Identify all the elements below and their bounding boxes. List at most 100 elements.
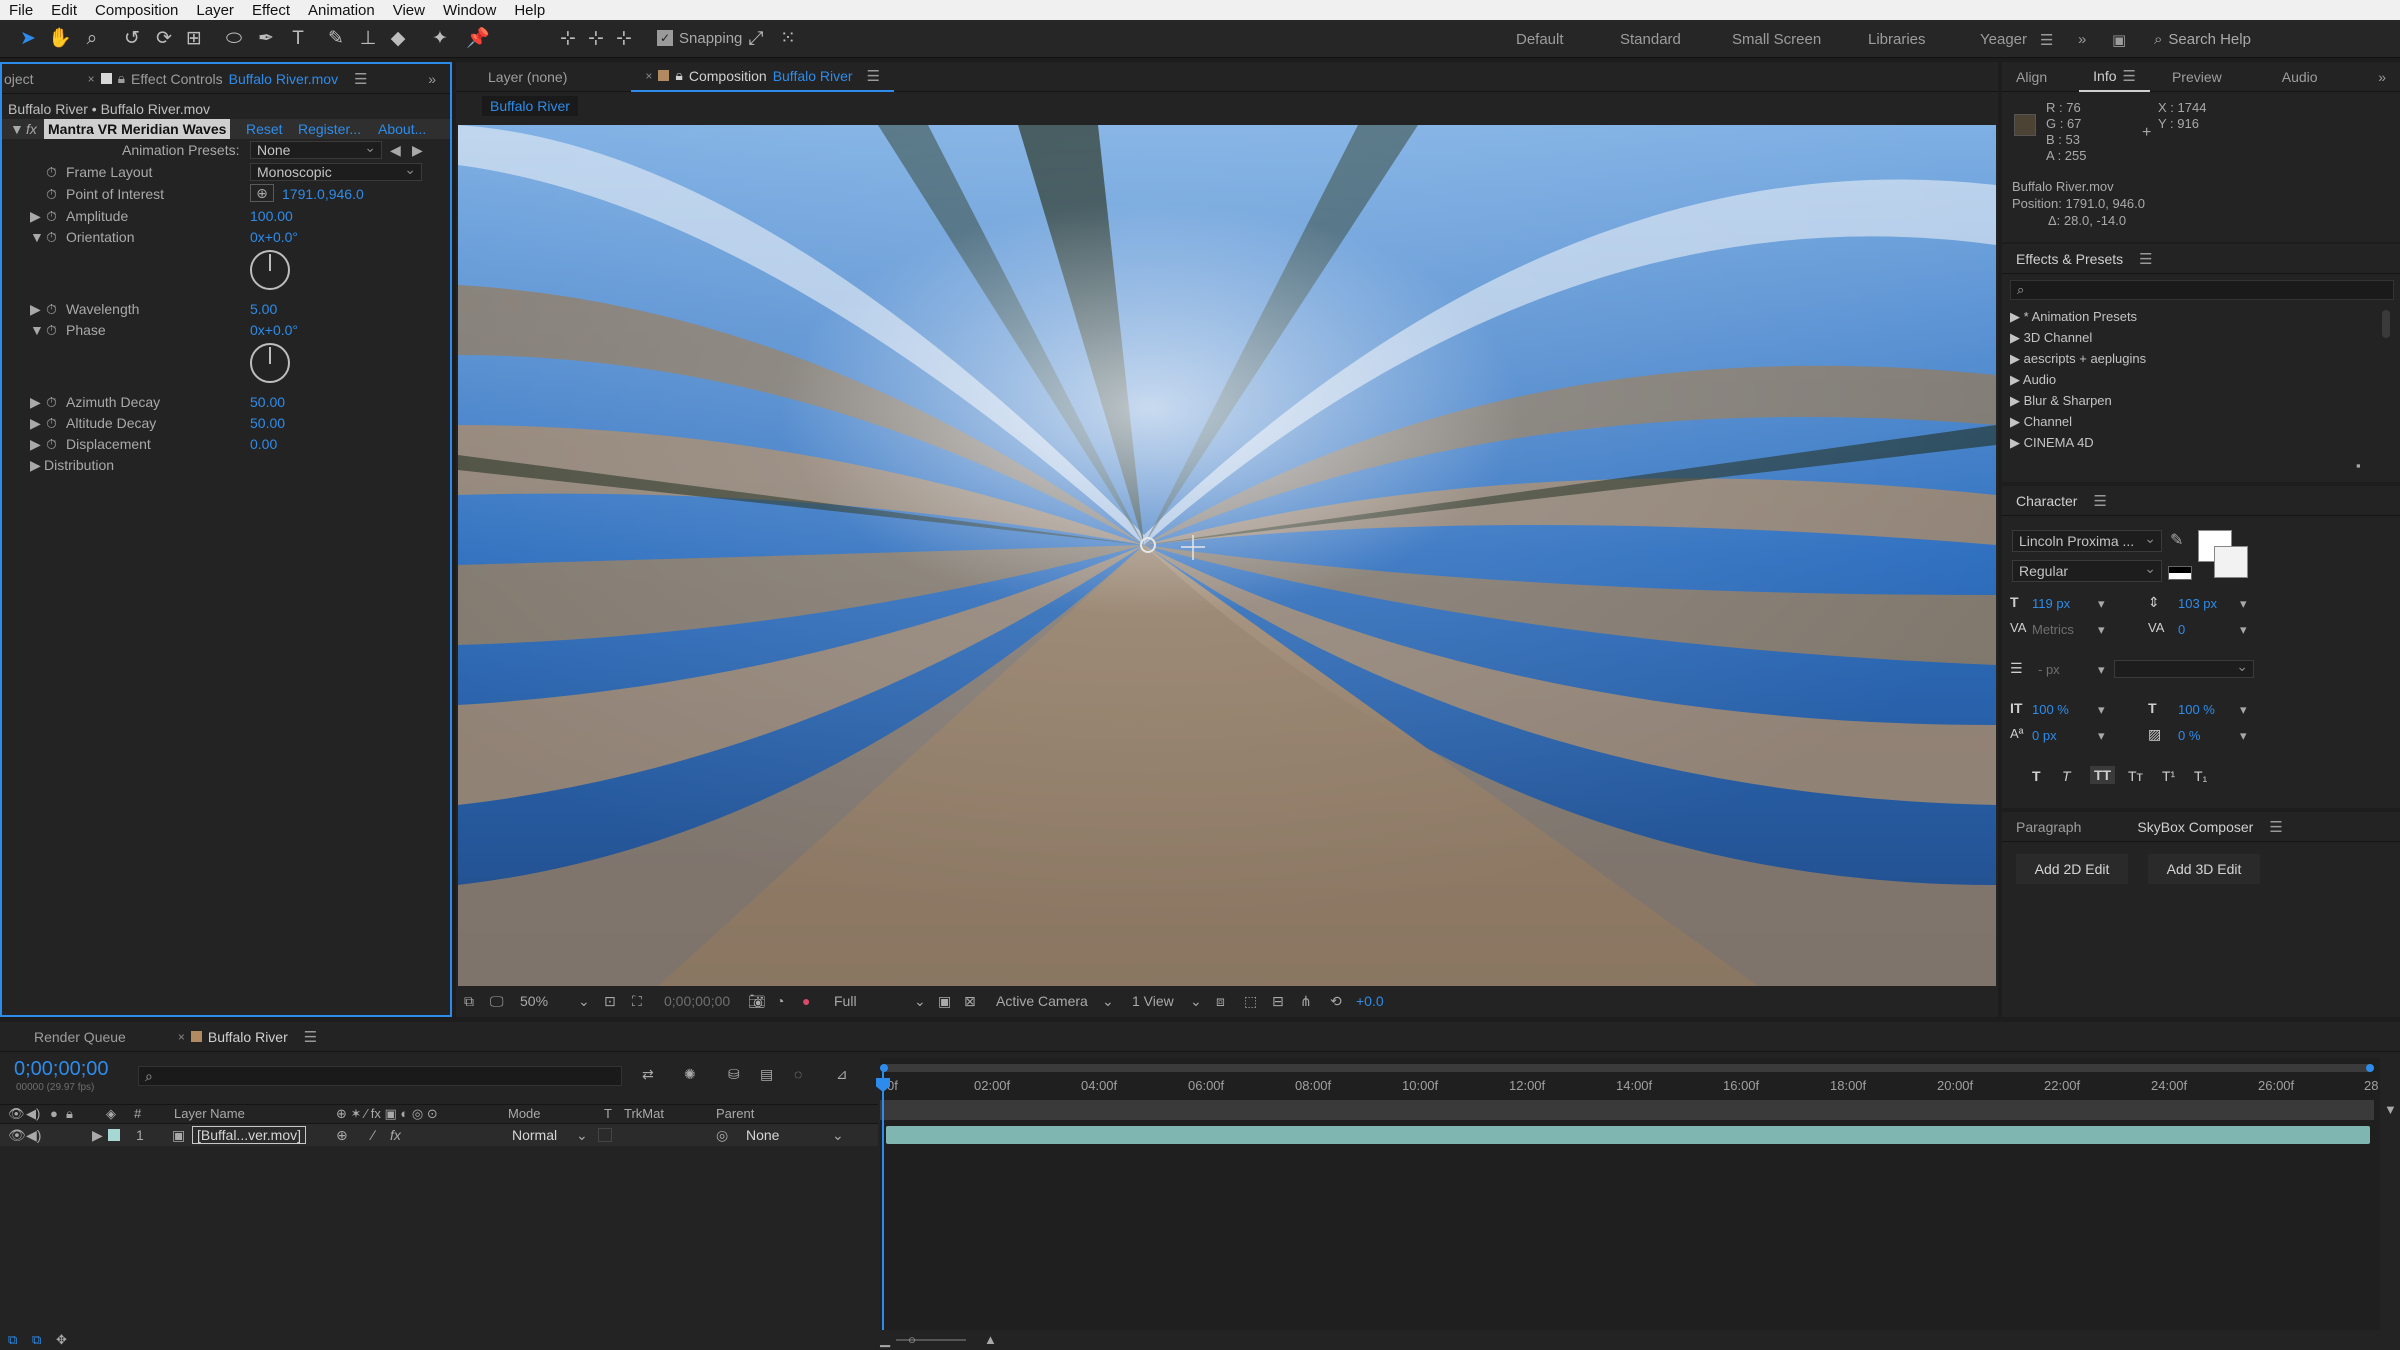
parent-dropdown[interactable]: None [746,1124,779,1146]
panel-menu-icon[interactable]: ☰ [2093,492,2106,510]
clone-stamp-icon[interactable]: ⊥ [356,27,380,51]
timeline-icon[interactable]: ⊟ [1272,987,1284,1015]
layer-switches-toggle-icon[interactable]: ⧉ [8,1330,17,1350]
layer-duration-bar[interactable] [886,1126,2370,1144]
leading-value[interactable]: 103 px [2178,596,2217,611]
panel-menu-icon[interactable]: ☰ [304,1028,317,1046]
reset-link[interactable]: Reset [246,119,283,139]
workspace-libraries[interactable]: Libraries [1868,31,1926,48]
lock-icon[interactable]: 🔒︎ [675,67,682,84]
expand-triangle-icon[interactable]: ▼ [30,227,44,247]
column-layer-name[interactable]: Layer Name [174,1105,245,1123]
menu-animation[interactable]: Animation [299,2,384,19]
panel-menu-icon[interactable]: ☰ [2123,67,2136,85]
tab-align[interactable]: Align [2002,62,2061,92]
flowchart-icon[interactable]: ⋔ [1300,987,1312,1015]
selection-tool-icon[interactable]: ➤ [16,27,40,51]
stopwatch-icon[interactable]: ⏱ [46,392,57,412]
stopwatch-icon[interactable]: ⏱ [46,184,57,204]
comp-duration-bar[interactable] [880,1100,2374,1120]
layer-name[interactable]: [Buffal...ver.mov] [192,1126,307,1144]
workspace-small-screen[interactable]: Small Screen [1732,31,1821,48]
eraser-tool-icon[interactable]: ◆ [386,27,410,51]
composition-canvas[interactable] [458,125,1996,986]
kerning-value[interactable]: Metrics [2032,622,2074,637]
baseline-shift-value[interactable]: 0 px [2032,728,2057,743]
param-value-point-of-interest[interactable]: 1791.0,946.0 [282,184,364,204]
effect-header-row[interactable]: ▼ fx Mantra VR Meridian Waves Reset Regi… [2,119,450,139]
about-link[interactable]: About... [378,119,426,139]
expand-triangle-icon[interactable]: ▶ [30,434,41,454]
workspace-standard[interactable]: Standard [1620,31,1681,48]
next-preset-icon[interactable]: ▶ [412,140,423,160]
transparency-grid-icon[interactable]: ⊠ [964,987,976,1015]
faux-bold-button[interactable]: T [2032,768,2041,784]
param-value-amplitude[interactable]: 100.00 [250,206,293,226]
menu-effect[interactable]: Effect [243,2,299,19]
menu-window[interactable]: Window [434,2,505,19]
param-value-phase[interactable]: 0x+0.0° [250,320,298,340]
exposure-value[interactable]: +0.0 [1356,987,1384,1015]
rotate-tool-icon[interactable]: ↺ [120,27,144,51]
search-help-field[interactable]: ⌕ Search Help [2154,28,2394,50]
stopwatch-icon[interactable]: ⏱ [46,162,57,182]
camera-dropdown[interactable]: Active Camera [996,987,1088,1015]
pick-whip-icon[interactable]: ◎ [716,1124,728,1146]
stopwatch-icon[interactable]: ⏱ [46,320,57,340]
region-of-interest-icon[interactable]: ⊡ [604,987,616,1015]
stopwatch-icon[interactable]: ⏱ [46,434,57,454]
color-channels-icon[interactable]: ● [802,987,810,1015]
panel-expand-icon[interactable]: » [2364,62,2400,92]
stroke-type-dropdown[interactable] [2114,658,2254,678]
draft-3d-icon[interactable]: ⬚ [1244,987,1257,1015]
register-link[interactable]: Register... [298,119,361,139]
add-2d-edit-button[interactable]: Add 2D Edit [2016,854,2128,884]
lock-icon[interactable]: 🔒︎ [118,70,125,87]
tab-render-queue[interactable]: Render Queue [0,1022,140,1052]
monitor-icon[interactable]: 🖵︎ [490,987,504,1015]
toggle-pixel-aspect-icon[interactable]: ⧈ [1216,987,1225,1015]
world-axis-icon[interactable]: ⊹ [584,27,608,51]
graph-editor-icon[interactable]: ⊿ [836,1066,848,1083]
horizontal-scale-value[interactable]: 100 % [2178,702,2215,717]
param-value-orientation[interactable]: 0x+0.0° [250,227,298,247]
subscript-button[interactable]: T₁ [2194,768,2207,784]
small-caps-button[interactable]: Tт [2128,768,2143,784]
tab-project[interactable]: oject [2,64,48,94]
workspace-menu-icon[interactable]: ☰ [2040,31,2053,49]
stroke-color-swatch[interactable] [2214,546,2248,578]
safe-margins-icon[interactable]: ⛶ [632,987,642,1015]
menu-file[interactable]: File [0,2,42,19]
always-preview-icon[interactable]: ⧉ [464,987,474,1015]
timeline-search-input[interactable]: ⌕ [138,1066,622,1086]
motion-blur-icon[interactable]: ◌ [794,1066,802,1082]
menu-help[interactable]: Help [505,2,554,19]
hand-tool-icon[interactable]: ✋ [48,27,72,51]
pen-tool-icon[interactable]: ✒ [254,27,278,51]
effects-category[interactable]: ▶ 3D Channel [2010,327,2146,348]
vertical-scale-value[interactable]: 100 % [2032,702,2069,717]
zoom-slider-track[interactable] [896,1339,966,1341]
add-3d-edit-button[interactable]: Add 3D Edit [2148,854,2260,884]
effects-category[interactable]: ▶ CINEMA 4D [2010,432,2146,453]
expand-triangle-icon[interactable]: ▶ [30,392,41,412]
phase-dial[interactable] [250,343,290,383]
panel-menu-icon[interactable]: ☰ [2269,818,2282,836]
workspace-default[interactable]: Default [1516,31,1564,48]
layer-label-color[interactable] [108,1129,120,1141]
stopwatch-icon[interactable]: ⏱ [46,299,57,319]
stopwatch-icon[interactable]: ⏱ [46,413,57,433]
tab-timeline-comp[interactable]: × Buffalo River ☰ [164,1022,331,1052]
stopwatch-icon[interactable]: ⏱ [46,227,57,247]
reset-exposure-icon[interactable]: ⟲ [1330,987,1342,1015]
tab-preview[interactable]: Preview [2158,62,2236,92]
puppet-pin-icon[interactable]: 📌 [466,27,490,51]
viewer-timecode[interactable]: 0;00;00;00 [664,987,730,1015]
param-value-displacement[interactable]: 0.00 [250,434,277,454]
transfer-controls-toggle-icon[interactable]: ⧉ [32,1330,41,1350]
pan-behind-icon[interactable]: ⊞ [182,27,206,51]
orbit-camera-icon[interactable]: ⟳ [152,27,176,51]
tab-effect-controls[interactable]: × 🔒︎ Effect Controls Buffalo River.mov ☰ [48,64,382,94]
tsume-value[interactable]: 0 % [2178,728,2200,743]
close-icon[interactable]: × [88,72,95,86]
